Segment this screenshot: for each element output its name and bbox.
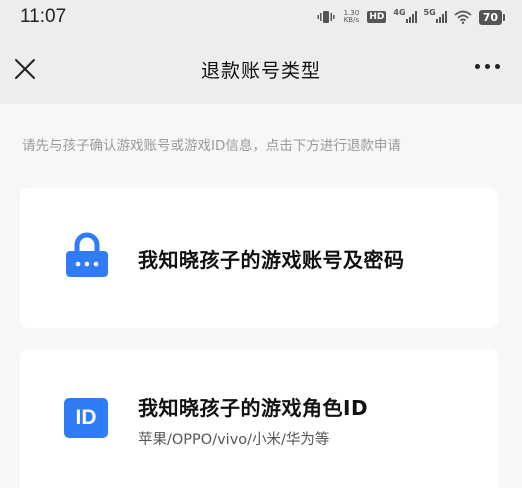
option-title: 我知晓孩子的游戏账号及密码 [138,248,405,272]
battery-indicator: 70 [478,9,506,25]
hd-badge: HD [367,11,387,23]
signal-4g-icon: 4G [393,7,417,23]
close-icon[interactable] [14,58,36,80]
wifi-icon [454,10,472,24]
status-time: 11:07 [20,6,67,27]
option-game-role-id[interactable]: ID 我知晓孩子的游戏角色ID 苹果/OPPO/vivo/小米/华为等 [20,349,498,488]
option-title: 我知晓孩子的游戏角色ID [138,396,369,420]
vibrate-icon [317,10,335,24]
network-label-4g: 4G [393,7,406,17]
status-bar: 11:07 1.30 KB/s HD 4G 5G 70 [0,0,522,34]
signal-5g-icon: 5G [423,7,447,23]
id-icon-label: ID [64,398,108,438]
option-account-password[interactable]: 我知晓孩子的游戏账号及密码 [20,188,498,328]
option-subtitle: 苹果/OPPO/vivo/小米/华为等 [138,432,330,448]
status-icons: 1.30 KB/s HD 4G 5G 70 [317,7,506,25]
speed-unit: KB/s [343,16,360,24]
nav-bar: 退款账号类型 [0,34,522,104]
more-icon[interactable] [475,64,500,69]
page-title: 退款账号类型 [200,59,321,82]
network-speed: 1.30 KB/s [342,10,360,24]
network-label-5g: 5G [423,7,436,17]
lock-icon [64,232,110,278]
id-icon: ID [64,395,110,441]
hint-text: 请先与孩子确认游戏账号或游戏ID信息，点击下方进行退款申请 [22,138,401,154]
